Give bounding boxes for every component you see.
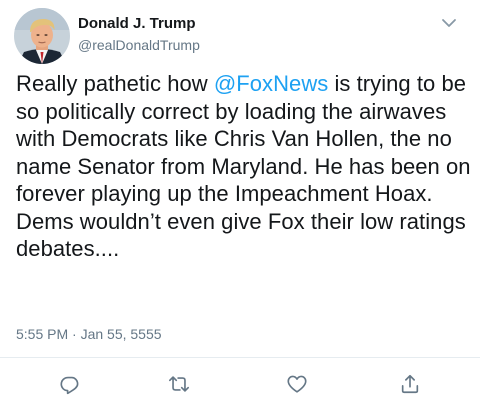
mention-link[interactable]: @FoxNews xyxy=(214,71,328,96)
like-button[interactable] xyxy=(284,371,310,397)
reply-button[interactable] xyxy=(57,371,83,397)
reply-icon xyxy=(60,376,79,395)
divider xyxy=(0,357,480,358)
avatar[interactable] xyxy=(14,8,70,64)
tweet-timestamp[interactable]: 5:55 PM · Jan 55, 5555 xyxy=(16,326,162,342)
tweet-text-part: Really pathetic how xyxy=(16,71,214,96)
retweet-icon xyxy=(169,376,189,392)
tweet-text: Really pathetic how @FoxNews is trying t… xyxy=(16,70,472,263)
share-icon xyxy=(401,374,419,394)
retweet-button[interactable] xyxy=(166,371,192,397)
chevron-down-icon[interactable] xyxy=(438,14,460,32)
heart-icon xyxy=(287,375,307,393)
author-display-name[interactable]: Donald J. Trump xyxy=(78,15,196,32)
author-handle[interactable]: @realDonaldTrump xyxy=(78,37,200,53)
avatar-image xyxy=(14,8,70,64)
tweet-text-part: is trying to be so politically correct b… xyxy=(16,71,471,261)
tweet-card: Donald J. Trump @realDonaldTrump Really … xyxy=(0,0,480,410)
share-button[interactable] xyxy=(397,371,423,397)
